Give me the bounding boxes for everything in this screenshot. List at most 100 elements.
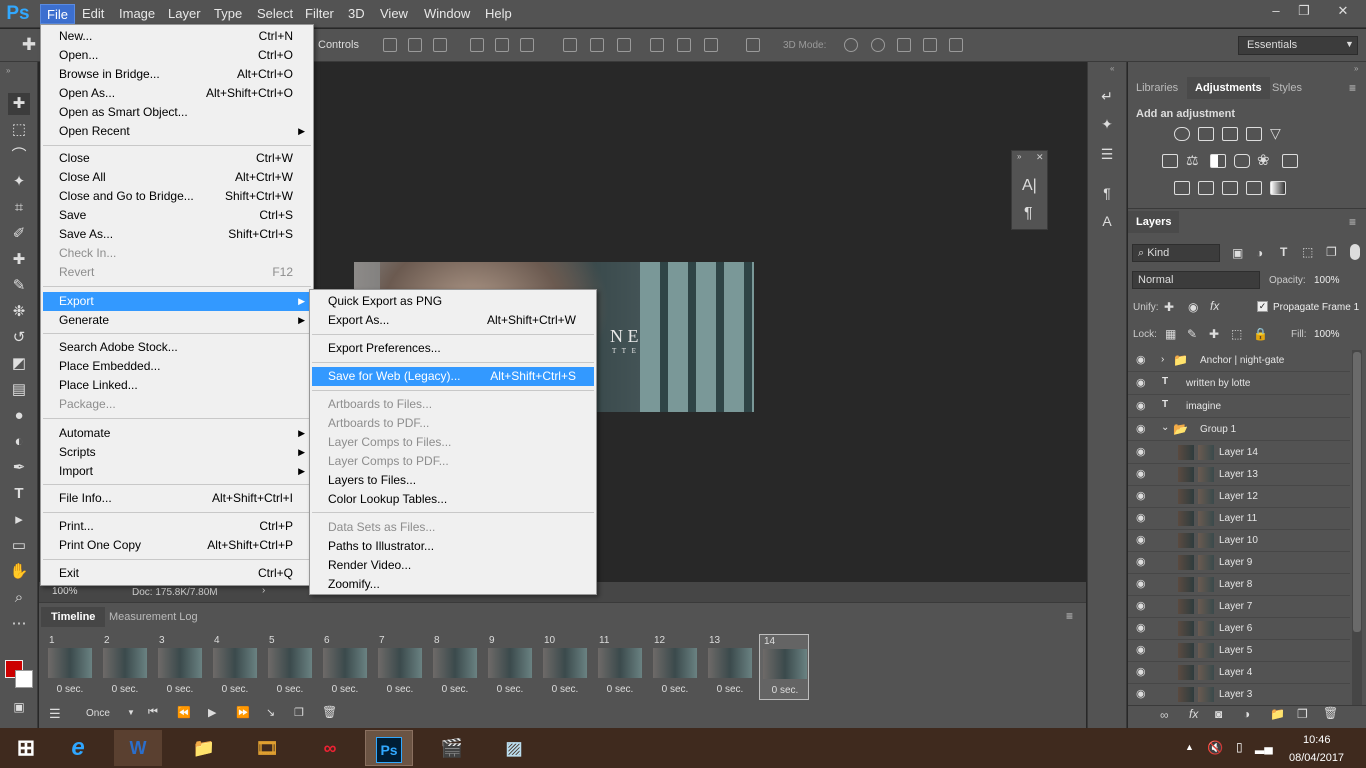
3d-roll-icon[interactable] (871, 38, 885, 52)
layer-row[interactable]: ◉ Layer 10 (1128, 530, 1350, 552)
menu-edit[interactable]: Edit (76, 4, 110, 24)
convert-timeline-icon[interactable]: ☰ (49, 706, 61, 722)
timeline-frame[interactable]: 10 sec. (45, 634, 95, 700)
tab-layers[interactable]: Layers (1128, 211, 1180, 233)
volume-muted-icon[interactable]: 🔇 (1207, 740, 1223, 756)
eyedropper-tool-icon[interactable]: ✐ (8, 223, 30, 245)
history-panel-icon[interactable]: ↵ (1097, 88, 1117, 108)
timeline-frame[interactable]: 50 sec. (265, 634, 315, 700)
quick-select-tool-icon[interactable]: ✦ (8, 171, 30, 193)
menu-item-save-for-web[interactable]: Save for Web (Legacy)... Alt+Shift+Ctrl+S (312, 367, 594, 386)
move-tool-icon[interactable]: ✚ (8, 93, 30, 115)
unify-style-icon[interactable]: fx (1210, 299, 1219, 313)
menu-item-paths-to-illustrator[interactable]: Paths to Illustrator... (312, 537, 594, 556)
tween-icon[interactable]: ↘ (266, 706, 275, 719)
visibility-eye-icon[interactable]: ◉ (1136, 468, 1150, 480)
blend-mode-select[interactable]: Normal (1132, 271, 1260, 289)
delete-layer-icon[interactable]: 🗑 (1323, 706, 1338, 720)
visibility-eye-icon[interactable]: ◉ (1136, 688, 1150, 700)
layer-row[interactable]: ◉ Timagine (1128, 396, 1350, 418)
new-group-icon[interactable]: 📁 (1270, 707, 1285, 721)
visibility-eye-icon[interactable]: ◉ (1136, 600, 1150, 612)
menu-item-import[interactable]: Import ▶ (43, 462, 311, 481)
add-mask-icon[interactable]: ◙ (1215, 707, 1222, 721)
menu-item-file-info[interactable]: File Info... Alt+Shift+Ctrl+I (43, 489, 311, 508)
brightness-contrast-icon[interactable] (1174, 127, 1190, 141)
distribute-hcenter-icon[interactable] (677, 38, 691, 52)
menu-image[interactable]: Image (113, 4, 161, 24)
chevron-down-icon[interactable]: ▼ (1345, 39, 1354, 49)
timeline-frame[interactable]: 30 sec. (155, 634, 205, 700)
network-icon[interactable]: ▂▄ (1255, 740, 1273, 754)
color-lookup-icon[interactable] (1282, 154, 1298, 168)
properties-panel-icon[interactable]: ☰ (1097, 146, 1117, 166)
menu-item-open-as[interactable]: Open As... Alt+Shift+Ctrl+O (43, 84, 311, 103)
distribute-bottom-icon[interactable] (617, 38, 631, 52)
distribute-vcenter-icon[interactable] (590, 38, 604, 52)
status-menu-arrow-icon[interactable]: › (262, 585, 265, 596)
tab-timeline[interactable]: Timeline (41, 607, 106, 627)
move-tool-icon[interactable]: ✚ (18, 35, 40, 57)
timeline-frame[interactable]: 11 0 sec. (595, 634, 645, 700)
duplicate-frame-icon[interactable]: ❐ (294, 706, 304, 719)
filter-toggle[interactable] (1350, 244, 1360, 260)
align-left-icon[interactable] (470, 38, 484, 52)
menu-filter[interactable]: Filter (299, 4, 340, 24)
video-app-icon[interactable]: 🎬 (428, 730, 476, 766)
filter-adjustment-icon[interactable]: ◑ (1256, 246, 1263, 260)
visibility-eye-icon[interactable]: ◉ (1136, 400, 1150, 412)
menu-view[interactable]: View (374, 4, 414, 24)
close-icon[interactable]: ✕ (1326, 2, 1360, 20)
menu-item-export-as[interactable]: Export As... Alt+Shift+Ctrl+W (312, 311, 594, 330)
clone-stamp-tool-icon[interactable]: ❉ (8, 301, 30, 323)
posterize-icon[interactable] (1198, 181, 1214, 195)
menu-item-close-go-bridge[interactable]: Close and Go to Bridge... Shift+Ctrl+W (43, 187, 311, 206)
align-bottom-icon[interactable] (433, 38, 447, 52)
visibility-eye-icon[interactable]: ◉ (1136, 423, 1150, 435)
adjustments-menu-icon[interactable]: ≡ (1349, 81, 1356, 95)
menu-item-export-preferences[interactable]: Export Preferences... (312, 339, 594, 358)
timeline-frame[interactable]: 10 0 sec. (540, 634, 590, 700)
opacity-value[interactable]: 100% (1314, 275, 1340, 286)
quick-mask-icon[interactable]: ▣ (8, 696, 30, 718)
new-adjustment-icon[interactable]: ◑ (1243, 707, 1250, 721)
visibility-eye-icon[interactable]: ◉ (1136, 354, 1150, 366)
clock-date[interactable]: 08/04/2017 (1289, 752, 1344, 764)
menu-item-close-all[interactable]: Close All Alt+Ctrl+W (43, 168, 311, 187)
restore-icon[interactable]: ❐ (1290, 2, 1318, 20)
menu-item-browse-bridge[interactable]: Browse in Bridge... Alt+Ctrl+O (43, 65, 311, 84)
visibility-eye-icon[interactable]: ◉ (1136, 556, 1150, 568)
workspace-select[interactable]: Essentials (1238, 36, 1358, 55)
vibrance-icon[interactable]: ▽ (1270, 125, 1281, 142)
collapse-panels-icon[interactable]: » (1354, 64, 1358, 73)
zoom-tool-icon[interactable]: ⌕ (8, 587, 30, 609)
layer-row[interactable]: ◉ Layer 4 (1128, 662, 1350, 684)
character-styles-icon[interactable]: A (1097, 213, 1117, 233)
zoom-level[interactable]: 100% (52, 586, 78, 597)
menu-select[interactable]: Select (251, 4, 299, 24)
chevron-right-icon[interactable]: › (1161, 354, 1164, 365)
type-tool-icon[interactable]: T (8, 483, 30, 505)
movie-maker-icon[interactable]: 🎞 (243, 730, 291, 766)
timeline-frame[interactable]: 80 sec. (430, 634, 480, 700)
visibility-eye-icon[interactable]: ◉ (1136, 644, 1150, 656)
timeline-frame[interactable]: 90 sec. (485, 634, 535, 700)
layer-row[interactable]: ◉ Layer 12 (1128, 486, 1350, 508)
photo-filter-icon[interactable] (1234, 154, 1250, 168)
color-balance-icon[interactable]: ⚖ (1186, 152, 1199, 169)
menu-type[interactable]: Type (208, 4, 248, 24)
word-icon[interactable]: W (114, 730, 162, 766)
visibility-eye-icon[interactable]: ◉ (1136, 666, 1150, 678)
menu-item-exit[interactable]: Exit Ctrl+Q (43, 564, 311, 583)
align-hcenter-icon[interactable] (495, 38, 509, 52)
layer-row[interactable]: ◉ Layer 6 (1128, 618, 1350, 640)
notes-app-icon[interactable]: ▨ (490, 730, 538, 766)
visibility-eye-icon[interactable]: ◉ (1136, 446, 1150, 458)
menu-item-render-video[interactable]: Render Video... (312, 556, 594, 575)
black-white-icon[interactable] (1210, 154, 1226, 168)
paragraph-panel-icon[interactable]: ¶ (1024, 205, 1033, 223)
timeline-frame[interactable]: 70 sec. (375, 634, 425, 700)
menu-item-save[interactable]: Save Ctrl+S (43, 206, 311, 225)
visibility-eye-icon[interactable]: ◉ (1136, 578, 1150, 590)
layer-row[interactable]: ◉ Layer 13 (1128, 464, 1350, 486)
